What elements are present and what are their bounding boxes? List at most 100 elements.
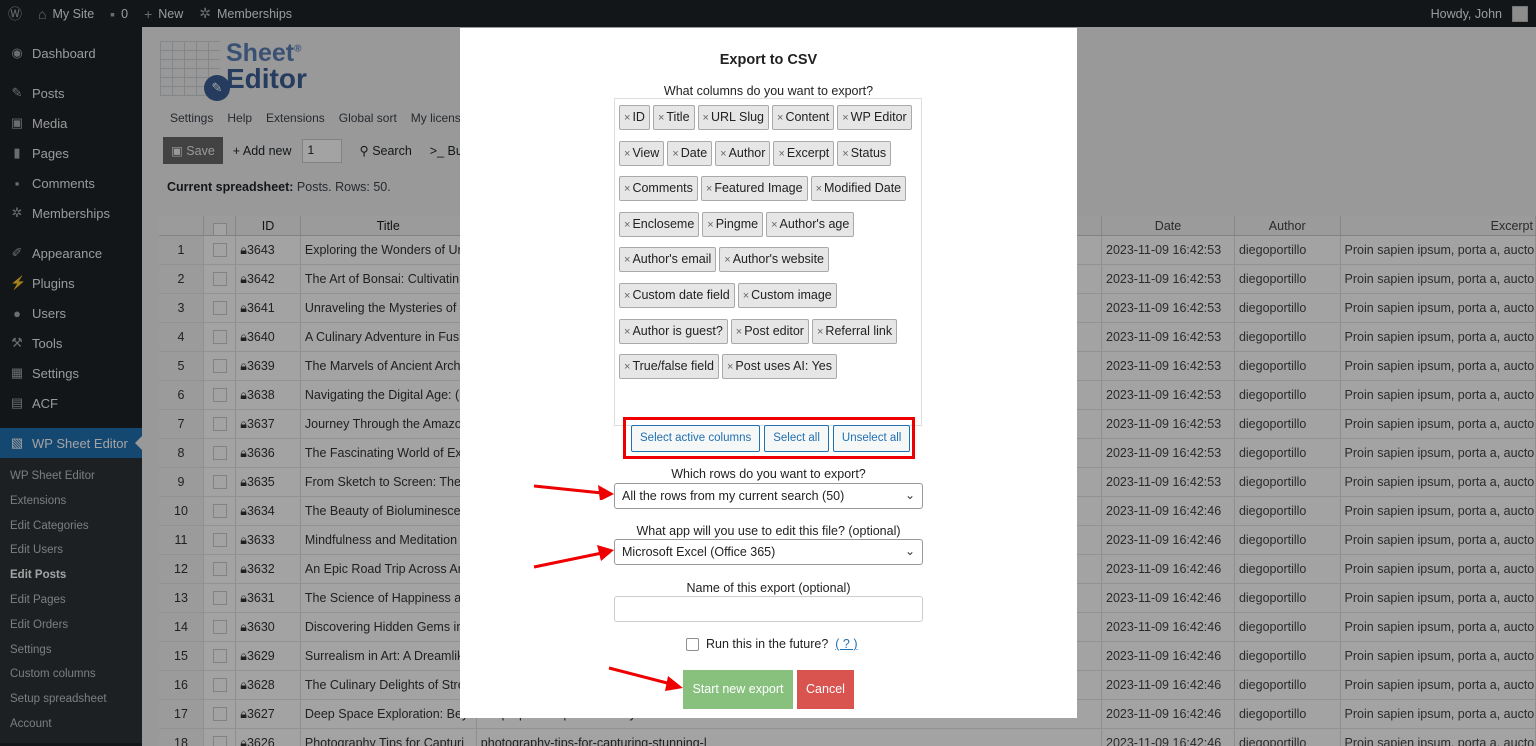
remove-tag-icon[interactable]: × (816, 183, 822, 195)
select-buttons: Select active columns Select all Unselec… (631, 425, 911, 452)
column-tag-label: WP Editor (850, 110, 907, 124)
remove-tag-icon[interactable]: × (624, 112, 630, 124)
column-tag[interactable]: × Author (715, 140, 771, 166)
chevron-down-icon: ⌄ (904, 488, 915, 502)
remove-tag-icon[interactable]: × (720, 148, 726, 160)
rows-select-value: All the rows from my current search (50) (622, 489, 845, 503)
column-tag-label: Post uses AI: Yes (735, 359, 833, 374)
column-tag[interactable]: × ID (619, 105, 650, 130)
remove-tag-icon[interactable]: × (727, 361, 733, 373)
column-tag[interactable]: × Pingme (702, 211, 764, 237)
column-tag[interactable]: × Author's email (619, 247, 717, 273)
remove-tag-icon[interactable]: × (624, 326, 630, 338)
app-select[interactable]: Microsoft Excel (Office 365) ⌄ (614, 539, 923, 565)
remove-tag-icon[interactable]: × (743, 290, 749, 302)
column-tag[interactable]: × Title (652, 105, 695, 130)
column-tag-label: Title (666, 110, 690, 124)
column-tag[interactable]: × Referral link (811, 318, 898, 344)
unselect-all-button[interactable]: Unselect all (832, 425, 911, 452)
annotation-arrow-rows (533, 484, 614, 500)
column-tag[interactable]: × Status (837, 140, 892, 166)
column-tag-label: Author's website (732, 252, 825, 267)
column-tag[interactable]: × Comments (619, 176, 698, 202)
remove-tag-icon[interactable]: × (724, 254, 730, 266)
column-tag-label: ID (632, 110, 645, 124)
remove-tag-icon[interactable]: × (706, 183, 712, 195)
select-active-columns-button[interactable]: Select active columns (631, 425, 761, 452)
remove-tag-icon[interactable]: × (672, 148, 678, 160)
cancel-button[interactable]: Cancel (797, 670, 854, 709)
column-tag[interactable]: × View (619, 140, 665, 166)
remove-tag-icon[interactable]: × (778, 148, 784, 160)
column-tag[interactable]: × Author's website (719, 247, 830, 273)
column-tag-label: Status (850, 145, 887, 160)
run-in-future-checkbox[interactable] (686, 637, 699, 651)
column-tag[interactable]: × WP Editor (837, 105, 912, 130)
remove-tag-icon[interactable]: × (771, 219, 777, 231)
column-tag-label: Date (680, 145, 708, 160)
column-tag-label: Author's age (779, 216, 850, 231)
column-tag[interactable]: × Post editor (730, 318, 809, 344)
export-name-input[interactable] (614, 596, 923, 622)
remove-tag-icon[interactable]: × (624, 183, 630, 195)
column-tag[interactable]: × Modified Date (810, 176, 907, 202)
app-select-value: Microsoft Excel (Office 365) (622, 545, 776, 559)
column-tag-label: View (632, 145, 660, 160)
app-label: What app will you use to edit this file?… (636, 524, 901, 538)
column-tag-label: Author is guest? (632, 323, 723, 338)
column-tag-label: Post editor (744, 323, 804, 338)
remove-tag-icon[interactable]: × (624, 254, 630, 266)
column-tag[interactable]: × Custom image (737, 282, 837, 308)
column-tag-label: Featured Image (714, 181, 803, 196)
remove-tag-icon[interactable]: × (624, 219, 630, 231)
column-tag-label: Pingme (715, 216, 759, 231)
remove-tag-icon[interactable]: × (624, 148, 630, 160)
remove-tag-icon[interactable]: × (703, 112, 709, 124)
remove-tag-icon[interactable]: × (624, 361, 630, 373)
remove-tag-icon[interactable]: × (707, 219, 713, 231)
column-tag-label: Custom image (751, 287, 832, 302)
column-tag-label: Encloseme (632, 216, 695, 231)
column-tag-label: Custom date field (632, 287, 730, 302)
start-new-export-button[interactable]: Start new export (683, 670, 793, 709)
run-in-future-label: Run this in the future? (706, 637, 829, 651)
column-tag-label: True/false field (632, 359, 714, 374)
column-tag[interactable]: × Post uses AI: Yes (721, 354, 838, 380)
modal-title: Export to CSV (719, 52, 818, 68)
run-in-future-help-link[interactable]: ( ? ) (835, 637, 857, 651)
column-tag[interactable]: × Featured Image (700, 176, 808, 202)
column-tag-label: URL Slug (710, 110, 765, 124)
remove-tag-icon[interactable]: × (842, 112, 848, 124)
column-tag-label: Comments (632, 181, 693, 196)
column-tag-label: Referral link (825, 323, 893, 338)
column-tag-label: Author's email (632, 252, 712, 267)
export-name-label: Name of this export (optional) (686, 581, 851, 595)
column-tag[interactable]: × Author's age (766, 211, 855, 237)
column-tag[interactable]: × Content (772, 105, 835, 130)
remove-tag-icon[interactable]: × (736, 326, 742, 338)
remove-tag-icon[interactable]: × (624, 290, 630, 302)
remove-tag-icon[interactable]: × (817, 326, 823, 338)
annotation-arrow-start (608, 666, 683, 691)
rows-select[interactable]: All the rows from my current search (50)… (614, 483, 923, 509)
remove-tag-icon[interactable]: × (658, 112, 664, 124)
remove-tag-icon[interactable]: × (777, 112, 783, 124)
column-tag-label: Modified Date (824, 181, 902, 196)
column-tag[interactable]: × Custom date field (619, 282, 735, 308)
column-tag-label: Content (785, 110, 830, 124)
column-tag[interactable]: × Date (667, 140, 713, 166)
column-tag[interactable]: × URL Slug (697, 105, 770, 130)
chevron-down-icon: ⌄ (904, 544, 915, 558)
run-in-future-row: Run this in the future? ( ? ) (686, 637, 858, 651)
columns-tag-box[interactable]: × ID × Title × URL Slug × Content × WP Editor × Vie… (614, 98, 922, 426)
remove-tag-icon[interactable]: × (842, 148, 848, 160)
column-tag[interactable]: × Encloseme (619, 211, 700, 237)
column-tag[interactable]: × Author is guest? (619, 318, 728, 344)
rows-label: Which rows do you want to export? (671, 467, 866, 481)
annotation-arrow-app (533, 545, 614, 569)
column-tag[interactable]: × Excerpt (773, 140, 835, 166)
columns-label: What columns do you want to export? (663, 84, 874, 98)
select-all-button[interactable]: Select all (764, 425, 829, 452)
column-tag[interactable]: × True/false field (619, 354, 719, 380)
export-csv-modal: Export to CSV What columns do you want t… (460, 28, 1077, 718)
